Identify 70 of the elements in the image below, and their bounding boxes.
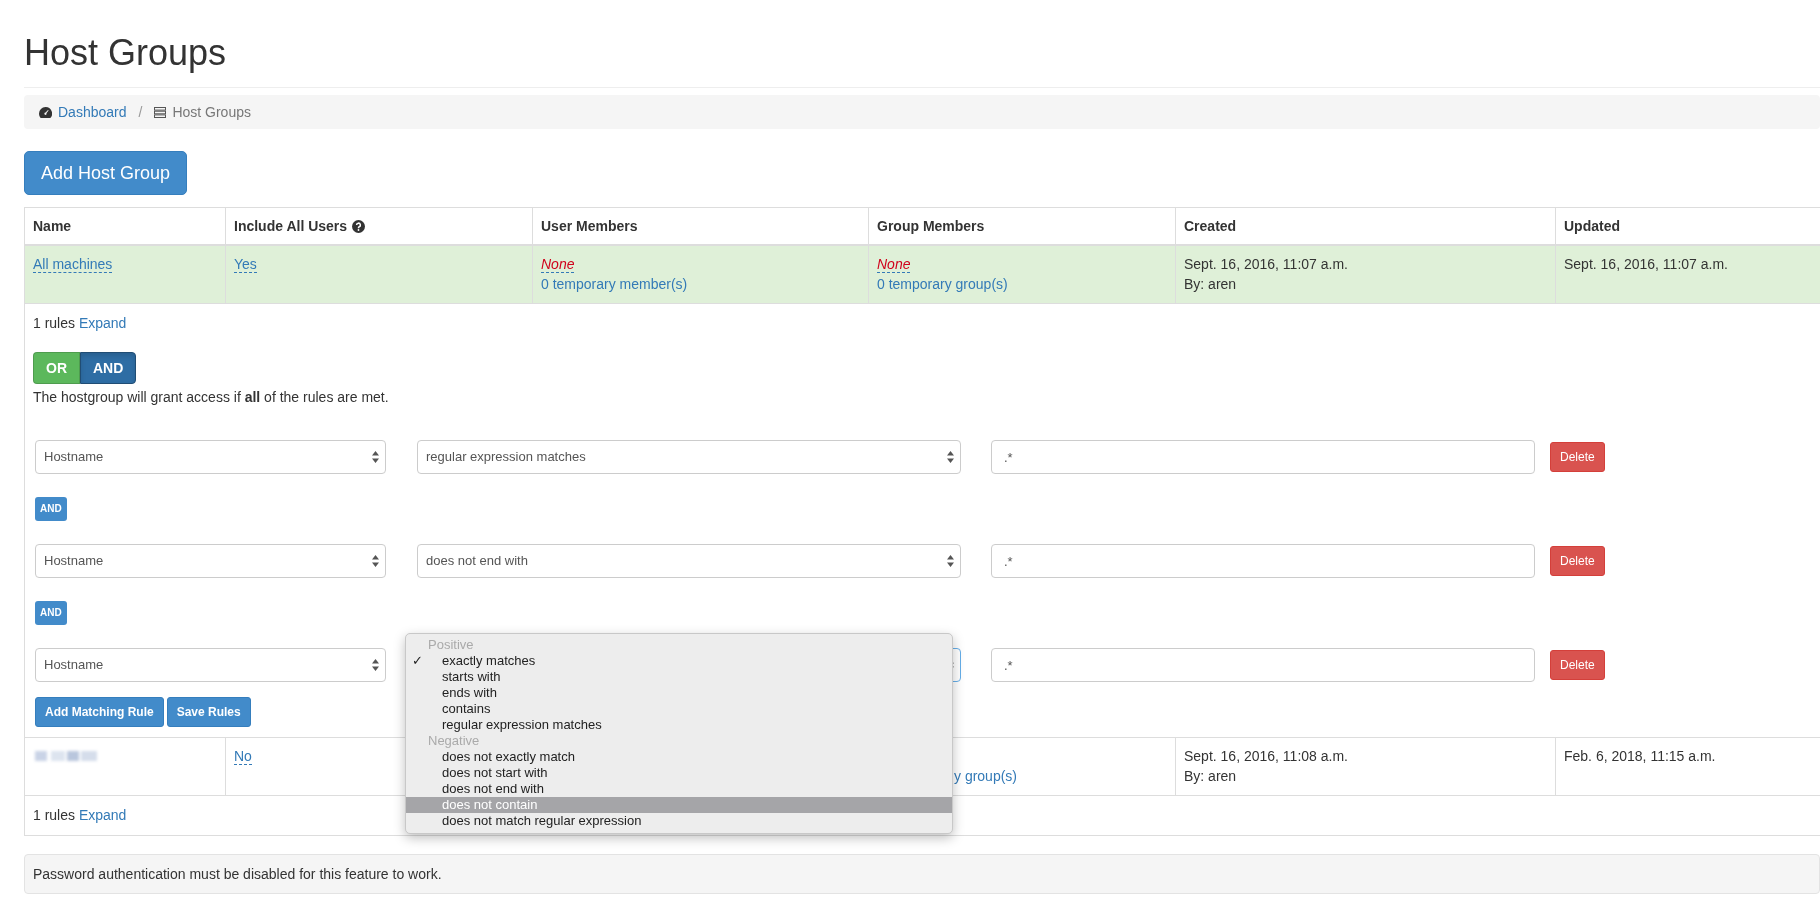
include-all-users-link[interactable]: Yes: [234, 256, 257, 273]
dropdown-option[interactable]: starts with: [406, 669, 952, 685]
field-select[interactable]: Hostname: [35, 544, 386, 578]
temporary-groups-link[interactable]: 0 temporary group(s): [877, 274, 1008, 294]
and-label: AND: [35, 601, 67, 625]
dropdown-option[interactable]: does not end with: [406, 781, 952, 797]
select-arrows-icon: [947, 451, 954, 463]
user-members-value[interactable]: None: [541, 256, 575, 273]
and-label: AND: [35, 497, 67, 521]
add-host-group-button[interactable]: Add Host Group: [24, 151, 188, 195]
column-header: Updated: [1564, 218, 1620, 234]
dropdown-option[interactable]: does not exactly match: [406, 749, 952, 765]
select-arrows-icon: [947, 555, 954, 567]
dropdown-option[interactable]: does not contain: [406, 797, 952, 813]
blurred-name-drawing: [33, 749, 99, 763]
page-title: Host Groups: [24, 31, 228, 75]
updated-date: Feb. 6, 2018, 11:15 a.m.: [1564, 747, 1717, 766]
dropdown-option[interactable]: does not match regular expression: [406, 813, 952, 829]
operator-select[interactable]: does not end with: [417, 544, 961, 578]
column-header: Created: [1184, 218, 1237, 234]
rule-description: The hostgroup will grant access if all of the rules are met.: [33, 388, 390, 407]
logic-toggle-button[interactable]: AND: [80, 352, 137, 384]
checkmark-icon: ✓: [412, 653, 423, 669]
dropdown-option[interactable]: does not start with: [406, 765, 952, 781]
field-select[interactable]: Hostname: [35, 440, 386, 474]
value-input[interactable]: .*: [991, 440, 1535, 474]
column-header: User Members: [541, 218, 638, 234]
breadcrumb-link[interactable]: Dashboard: [58, 104, 127, 120]
dropdown-option[interactable]: contains: [406, 701, 952, 717]
dropdown-option[interactable]: ends with: [406, 685, 952, 701]
delete-button[interactable]: Delete: [1550, 546, 1605, 576]
option-group-label: Negative: [427, 733, 481, 749]
delete-button[interactable]: Delete: [1550, 442, 1605, 472]
help-icon[interactable]: [352, 219, 366, 233]
select-arrows-icon: [372, 451, 379, 463]
column-header: Include All Users: [234, 218, 348, 234]
breadcrumb-current: Host Groups: [172, 104, 251, 120]
expand-link[interactable]: Expand: [78, 313, 127, 333]
rule-action-button[interactable]: Add Matching Rule: [35, 697, 164, 727]
expand-link[interactable]: Expand: [78, 805, 127, 825]
value-input[interactable]: .*: [991, 648, 1535, 682]
value-input[interactable]: .*: [991, 544, 1535, 578]
operator-select[interactable]: regular expression matches: [417, 440, 961, 474]
created-date: Sept. 16, 2016, 11:08 a.m.: [1184, 747, 1349, 766]
rule-action-button[interactable]: Save Rules: [166, 697, 251, 727]
select-arrows-icon: [372, 555, 379, 567]
group-members-value[interactable]: None: [877, 256, 911, 273]
column-header: Name: [33, 218, 72, 234]
breadcrumb-separator: /: [138, 104, 143, 120]
created-by: By: aren: [1184, 767, 1238, 786]
rules-count: 1 rules: [33, 315, 76, 331]
list-icon: [154, 106, 167, 118]
host-group-name-link[interactable]: All machines: [33, 256, 113, 273]
temporary-members-link[interactable]: 0 temporary member(s): [541, 274, 688, 294]
logic-toggle-button[interactable]: OR: [33, 352, 80, 384]
delete-button[interactable]: Delete: [1550, 650, 1605, 680]
created-by: By: aren: [1184, 275, 1238, 294]
created-date: Sept. 16, 2016, 11:07 a.m.: [1184, 255, 1349, 274]
select-arrows-icon: [372, 659, 379, 671]
option-group-label: Positive: [427, 637, 475, 653]
rules-count: 1 rules: [33, 807, 76, 823]
dashboard-icon: [39, 106, 52, 118]
updated-date: Sept. 16, 2016, 11:07 a.m.: [1564, 255, 1729, 274]
temporary-groups-link[interactable]: y group(s): [954, 766, 1018, 786]
field-select[interactable]: Hostname: [35, 648, 386, 682]
dropdown-option[interactable]: ✓ exactly matches: [406, 653, 952, 669]
include-all-users-link[interactable]: No: [234, 748, 252, 765]
info-notice: Password authentication must be disabled for this feature to work.: [24, 854, 1820, 894]
column-header: Group Members: [877, 218, 985, 234]
dropdown-option[interactable]: regular expression matches: [406, 717, 952, 733]
